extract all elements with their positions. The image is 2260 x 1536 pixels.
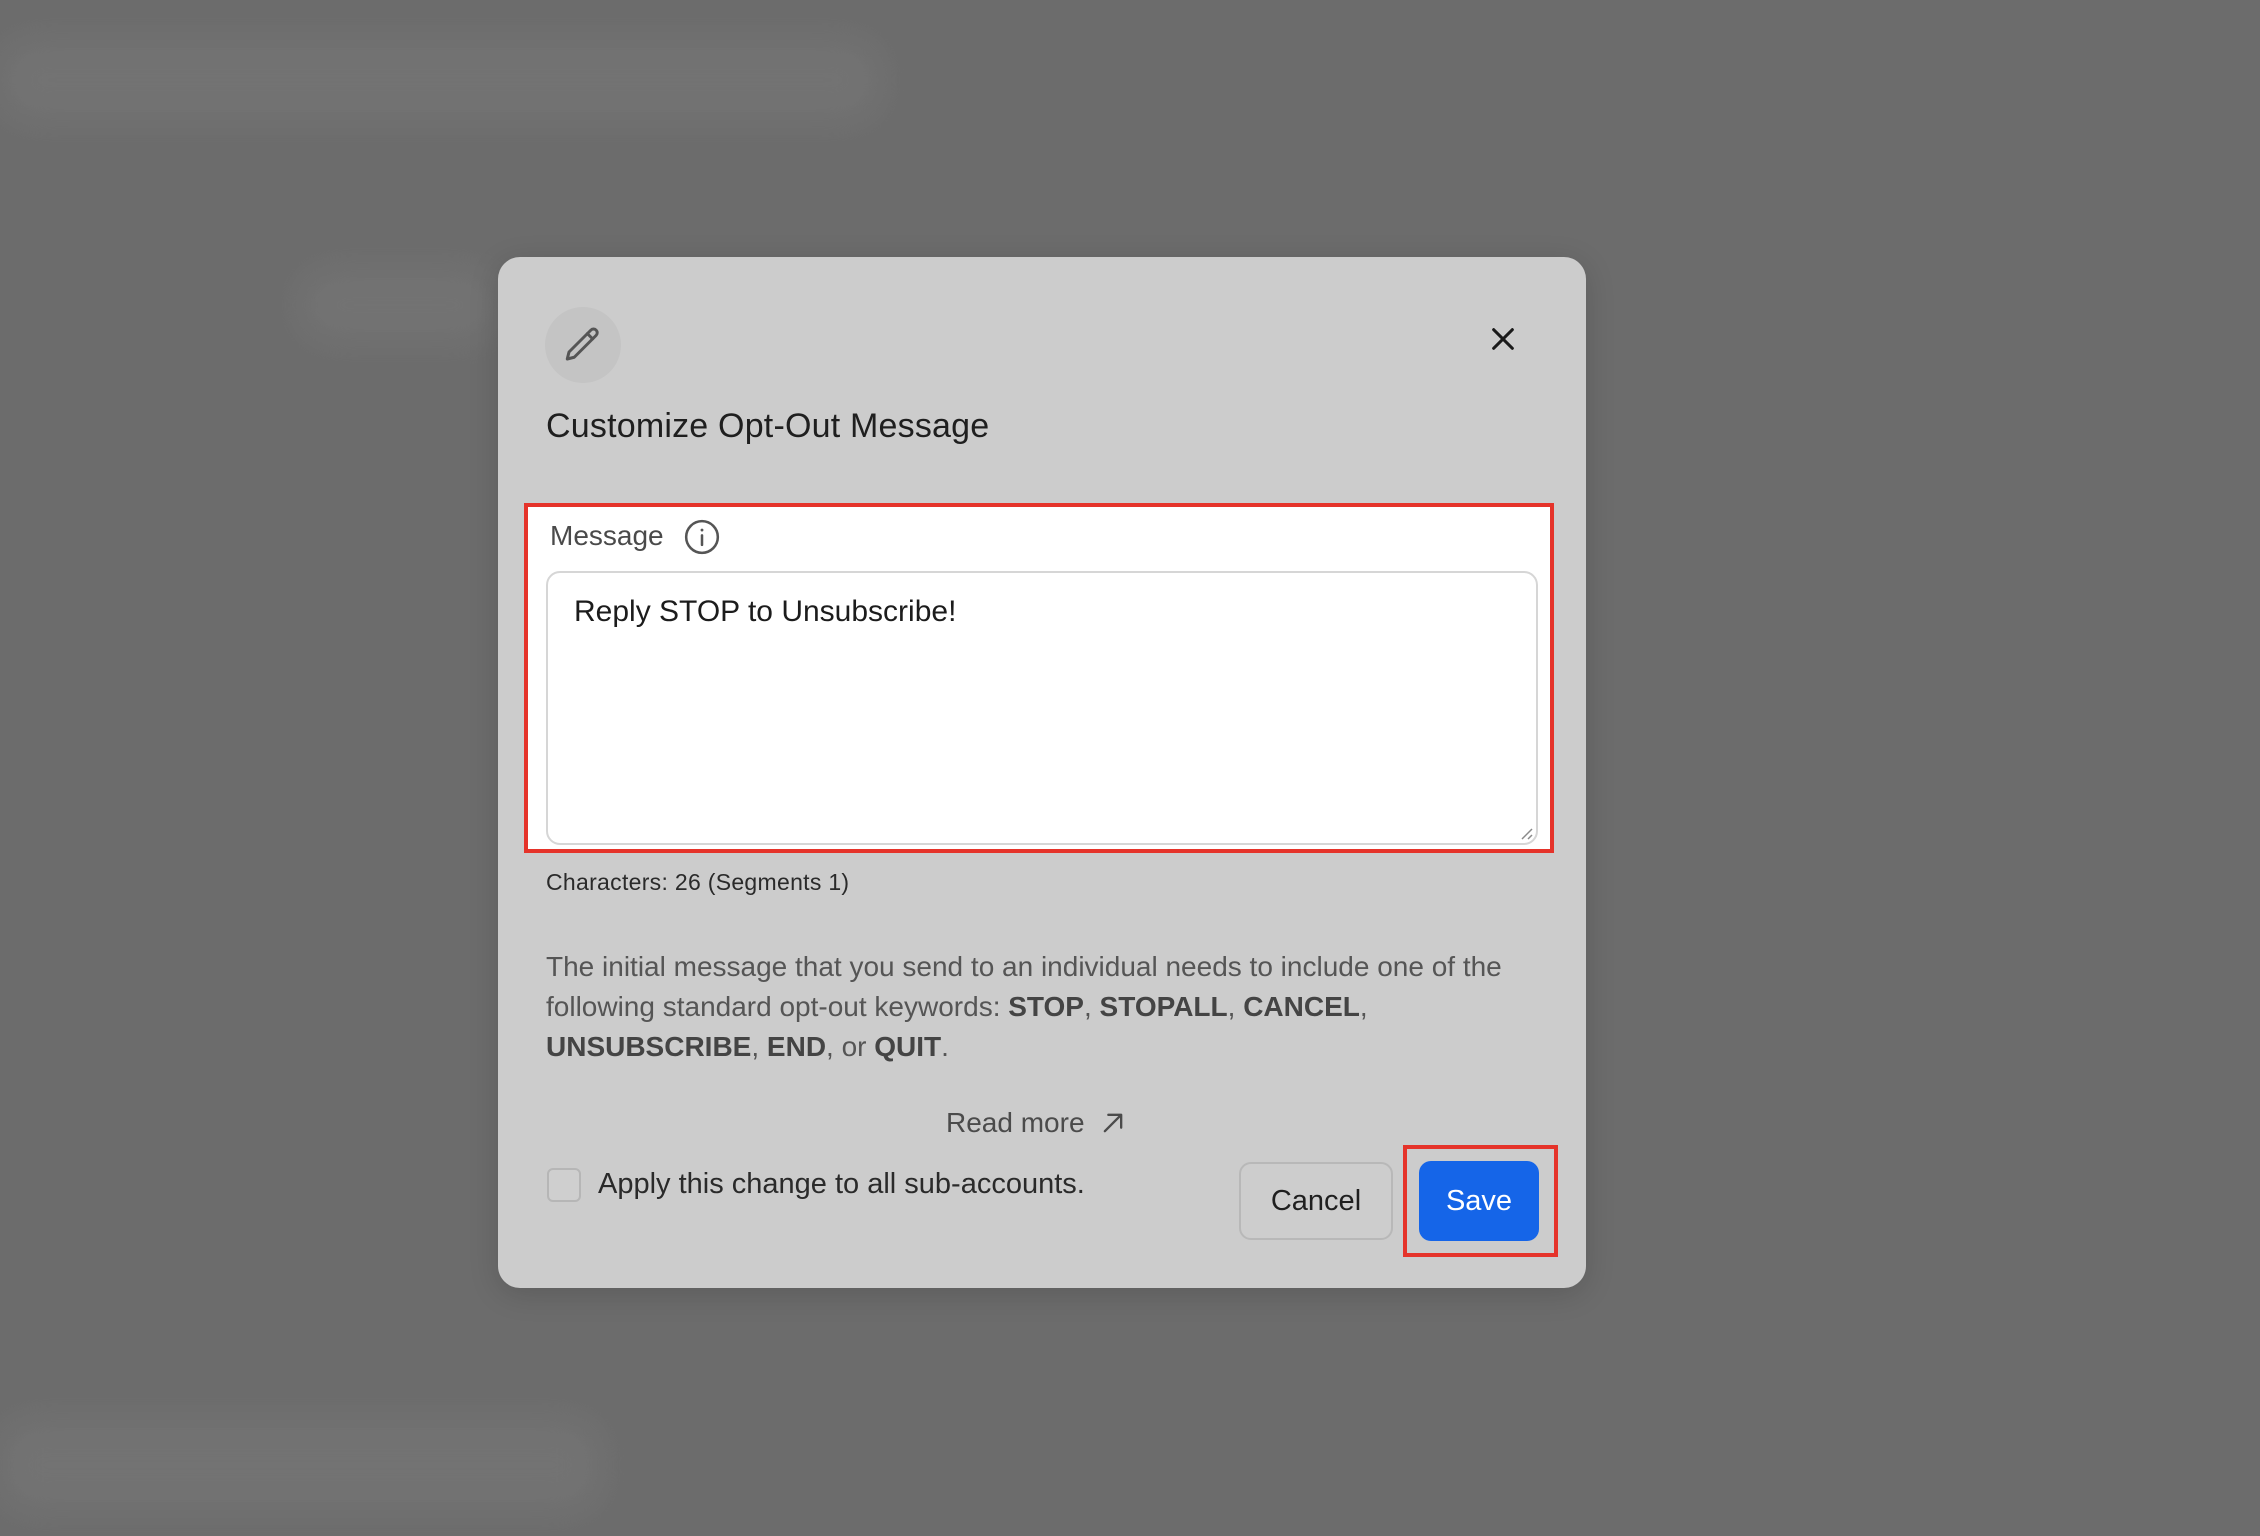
keyword: STOP [1008,991,1084,1022]
apply-sub-accounts-label[interactable]: Apply this change to all sub-accounts. [598,1168,1085,1201]
message-textarea[interactable] [546,571,1538,845]
close-icon [1492,328,1514,350]
keyword: CANCEL [1243,991,1360,1022]
keyword: STOPALL [1099,991,1228,1022]
save-button[interactable]: Save [1419,1161,1539,1241]
info-icon[interactable] [683,518,721,556]
close-button[interactable] [1481,317,1525,361]
cancel-button[interactable]: Cancel [1239,1162,1393,1240]
character-count: Characters: 26 (Segments 1) [546,869,850,895]
resize-grip-icon[interactable] [1516,823,1534,841]
pencil-icon [545,307,621,383]
keyword: END [766,1031,827,1062]
opt-out-modal: Customize Opt-Out Message Message Charac… [498,257,1586,1288]
apply-sub-accounts-checkbox[interactable] [547,1168,581,1202]
read-more-link[interactable]: Read more [946,1107,1127,1139]
opt-out-help-text: The initial message that you send to an … [546,951,1502,1062]
message-label: Message [550,520,664,551]
arrow-up-right-icon [1103,1113,1122,1133]
keyword: UNSUBSCRIBE [546,1031,752,1062]
modal-title: Customize Opt-Out Message [546,407,990,445]
read-more-label: Read more [946,1107,1085,1138]
keyword: QUIT [874,1031,942,1062]
